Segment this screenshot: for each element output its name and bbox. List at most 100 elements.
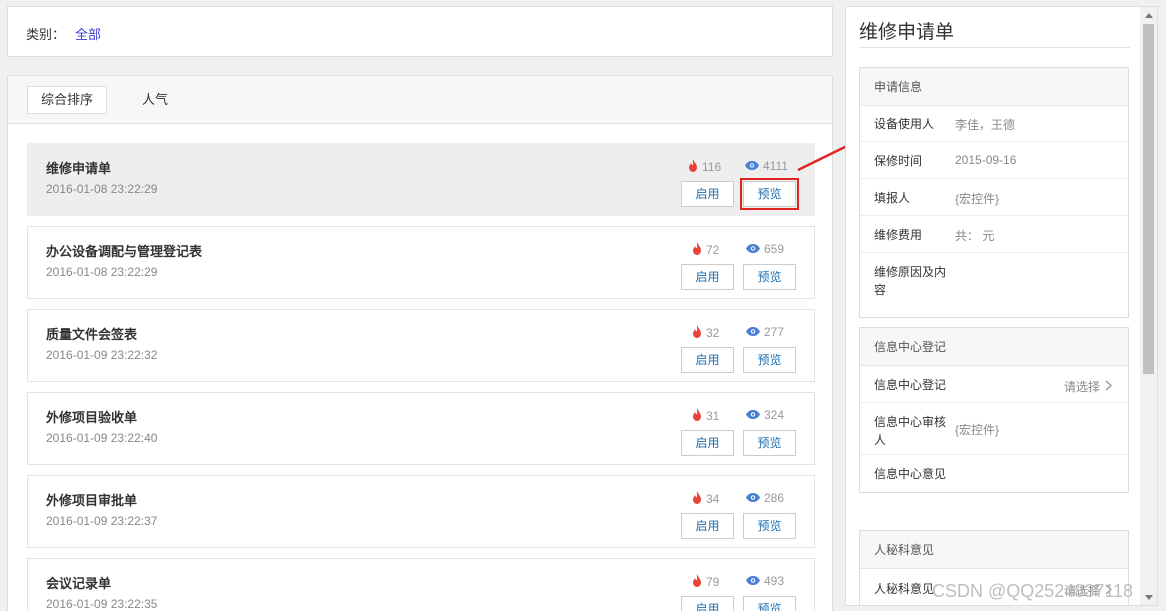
field-label: 信息中心审核人 (874, 415, 947, 447)
scroll-thumb[interactable] (1143, 24, 1154, 374)
field-value: {宏控件} (955, 423, 1000, 437)
enable-button[interactable]: 启用 (681, 264, 734, 290)
category-filter-bar: 类别： 全部 (7, 6, 833, 57)
flame-icon (692, 491, 702, 507)
field-label: 填报人 (874, 191, 911, 205)
form-card[interactable]: 外修项目验收单 2016-01-09 23:22:40 31 324 启用 预览 (27, 392, 815, 465)
preview-button[interactable]: 预览 (743, 264, 796, 290)
form-field-row: 信息中心登记 请选择 (860, 366, 1128, 403)
title-divider (859, 47, 1130, 48)
form-date: 2016-01-09 23:22:32 (46, 348, 158, 362)
flame-icon (692, 325, 702, 341)
field-label: 信息中心登记 (874, 378, 947, 392)
form-title: 办公设备调配与管理登记表 (46, 244, 203, 259)
field-value: 共： 元 (955, 229, 995, 243)
views-count: 286 (764, 491, 785, 505)
popularity-stat: 79 (692, 574, 719, 590)
eye-icon (746, 491, 760, 505)
field-value: {宏控件} (955, 192, 1000, 206)
eye-icon (746, 325, 760, 339)
flame-icon (692, 408, 702, 424)
scroll-down-arrow-icon[interactable] (1140, 589, 1157, 605)
eye-icon (746, 574, 760, 588)
form-date: 2016-01-08 23:22:29 (46, 182, 158, 196)
form-card[interactable]: 会议记录单 2016-01-09 23:22:35 79 493 启用 预览 (27, 558, 815, 611)
form-field-row: 设备使用人 李佳，王德 (860, 106, 1128, 142)
popularity-stat: 116 (688, 159, 721, 175)
preview-button[interactable]: 预览 (743, 347, 796, 373)
views-count: 493 (764, 574, 785, 588)
form-date: 2016-01-08 23:22:29 (46, 265, 158, 279)
tab-popularity[interactable]: 人气 (128, 86, 182, 114)
category-all-link[interactable]: 全部 (75, 24, 101, 43)
chevron-right-icon (1105, 379, 1113, 394)
form-preview-panel: 维修申请单 申请信息设备使用人 李佳，王德保修时间 2015-09-16 填报人 {宏控… (845, 6, 1158, 606)
field-select[interactable]: 请选择 (1063, 378, 1113, 395)
preview-section: 申请信息设备使用人 李佳，王德保修时间 2015-09-16 填报人 {宏控件} 维修费用… (859, 67, 1129, 318)
flame-icon (688, 159, 698, 175)
form-title: 外修项目审批单 (46, 493, 138, 508)
form-field-row: 保修时间 2015-09-16 (860, 142, 1128, 179)
form-title: 质量文件会签表 (46, 327, 138, 342)
form-field-row: 信息中心审核人 {宏控件} (860, 403, 1128, 455)
select-placeholder: 请选择 (1063, 380, 1100, 394)
field-label: 设备使用人 (874, 117, 935, 131)
field-value: 李佳，王德 (955, 118, 1016, 132)
form-date: 2016-01-09 23:22:35 (46, 597, 158, 611)
field-label: 维修费用 (874, 228, 923, 242)
form-title: 外修项目验收单 (46, 410, 138, 425)
views-stat: 286 (746, 491, 784, 505)
popularity-stat: 72 (692, 242, 719, 258)
field-label: 信息中心意见 (874, 467, 947, 481)
views-stat: 659 (746, 242, 784, 256)
flame-icon (692, 574, 702, 590)
preview-title: 维修申请单 (859, 22, 955, 43)
enable-button[interactable]: 启用 (681, 596, 734, 611)
enable-button[interactable]: 启用 (681, 347, 734, 373)
form-card[interactable]: 维修申请单 2016-01-08 23:22:29 116 4111 启用 预览 (27, 143, 815, 216)
popularity-stat: 34 (692, 491, 719, 507)
views-stat: 4111 (745, 159, 788, 173)
form-list-panel: 综合排序 人气 维修申请单 2016-01-08 23:22:29 116 4111 启… (7, 75, 833, 611)
scroll-up-arrow-icon[interactable] (1140, 7, 1157, 23)
eye-icon (746, 242, 760, 256)
enable-button[interactable]: 启用 (681, 430, 734, 456)
preview-button[interactable]: 预览 (743, 596, 796, 611)
tab-comprehensive-sort[interactable]: 综合排序 (27, 86, 108, 114)
section-heading: 申请信息 (860, 68, 1128, 106)
preview-button[interactable]: 预览 (740, 178, 799, 210)
eye-icon (745, 159, 759, 173)
category-label: 类别： (26, 27, 66, 42)
form-card[interactable]: 质量文件会签表 2016-01-09 23:22:32 32 277 启用 预览 (27, 309, 815, 382)
popularity-stat: 31 (692, 408, 719, 424)
popularity-count: 116 (702, 160, 722, 174)
form-title: 会议记录单 (46, 576, 112, 591)
preview-scrollbar[interactable] (1140, 7, 1157, 605)
views-stat: 277 (746, 325, 784, 339)
form-field-row: 维修原因及内容 (860, 253, 1128, 317)
form-card[interactable]: 办公设备调配与管理登记表 2016-01-08 23:22:29 72 659 启用 预览 (27, 226, 815, 299)
form-date: 2016-01-09 23:22:40 (46, 431, 158, 445)
preview-section: 信息中心登记 信息中心登记 请选择 信息中心审核人 {宏控件} 信息中心意见 (859, 327, 1129, 493)
field-label: 保修时间 (874, 154, 923, 168)
section-heading: 信息中心登记 (860, 328, 1128, 366)
enable-button[interactable]: 启用 (681, 513, 734, 539)
preview-button[interactable]: 预览 (743, 430, 796, 456)
form-field-row: 信息中心意见 (860, 455, 1128, 492)
form-field-row: 填报人 {宏控件} (860, 179, 1128, 216)
popularity-stat: 32 (692, 325, 719, 341)
eye-icon (746, 408, 760, 422)
form-title: 维修申请单 (46, 161, 112, 176)
flame-icon (692, 242, 702, 258)
preview-button[interactable]: 预览 (743, 513, 796, 539)
popularity-count: 34 (706, 492, 720, 506)
field-value: 2015-09-16 (955, 153, 1017, 167)
section-heading: 人秘科意见 (860, 531, 1128, 569)
views-stat: 493 (746, 574, 784, 588)
popularity-count: 72 (706, 243, 720, 257)
views-stat: 324 (746, 408, 784, 422)
views-count: 4111 (763, 159, 788, 173)
popularity-count: 31 (706, 409, 720, 423)
enable-button[interactable]: 启用 (681, 181, 734, 207)
form-card[interactable]: 外修项目审批单 2016-01-09 23:22:37 34 286 启用 预览 (27, 475, 815, 548)
